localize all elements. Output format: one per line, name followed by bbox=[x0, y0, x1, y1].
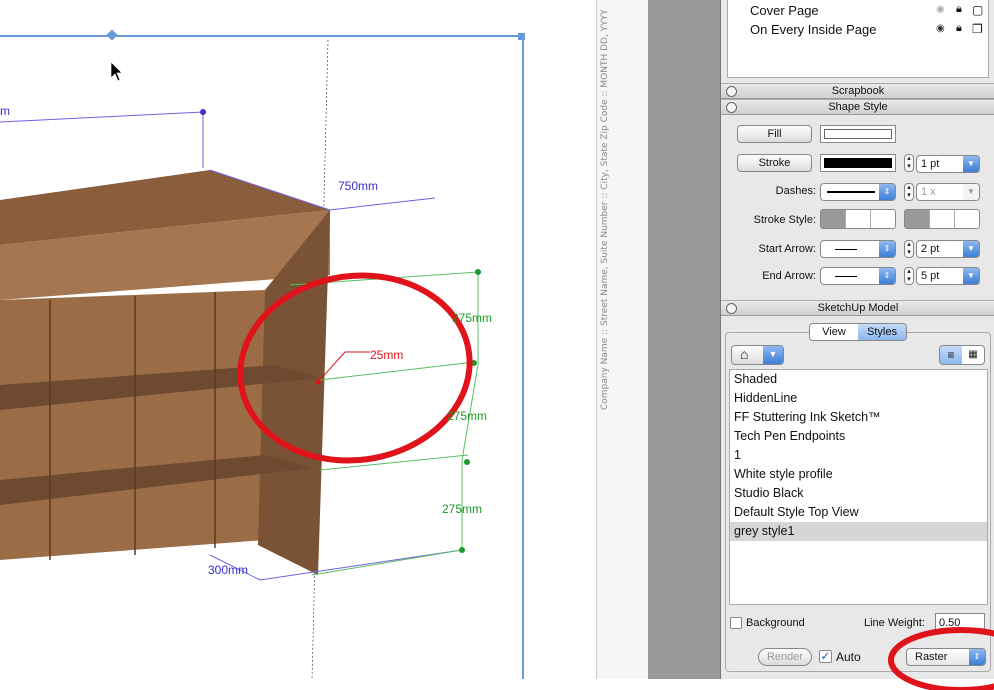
cap-style-group[interactable] bbox=[904, 209, 980, 229]
dim-thickness: 25mm bbox=[370, 348, 403, 362]
end-arrow-label: End Arrow: bbox=[762, 270, 816, 282]
style-list-item[interactable]: Studio Black bbox=[730, 484, 987, 503]
chevron-down-icon: ▼ bbox=[763, 346, 783, 364]
model-tabs: View Styles bbox=[809, 323, 907, 341]
styles-list[interactable]: Shaded HiddenLine FF Stuttering Ink Sketch… bbox=[729, 369, 988, 605]
dim-depth: 750mm bbox=[338, 179, 378, 193]
background-checkbox[interactable] bbox=[730, 617, 742, 629]
round-cap-icon[interactable] bbox=[929, 210, 954, 228]
corner-style-group[interactable] bbox=[820, 209, 896, 229]
page-icon[interactable]: ▢ bbox=[972, 3, 983, 17]
stroke-style-label: Stroke Style: bbox=[753, 214, 816, 226]
end-arrow-select[interactable]: ⇕ bbox=[820, 267, 896, 285]
stroke-width-stepper[interactable]: ▴ ▾ bbox=[904, 154, 914, 172]
fill-color-swatch[interactable] bbox=[820, 125, 896, 143]
start-arrow-select[interactable]: ⇕ bbox=[820, 240, 896, 258]
square-cap-icon[interactable] bbox=[954, 210, 979, 228]
dim-shelf-1: 275mm bbox=[452, 311, 492, 325]
lock-icon[interactable]: 🔒︎ bbox=[956, 3, 962, 16]
sketchup-viewport[interactable]: m 750mm 25mm 275mm 275mm 275mm 300mm bbox=[0, 0, 596, 690]
collapse-icon[interactable] bbox=[726, 303, 737, 314]
style-list-item[interactable]: White style profile bbox=[730, 465, 987, 484]
collapse-icon[interactable] bbox=[726, 86, 737, 97]
lock-icon[interactable]: 🔒︎ bbox=[956, 22, 962, 35]
auto-label: Auto bbox=[836, 650, 861, 664]
pasteboard bbox=[648, 0, 720, 679]
style-list-item[interactable]: Tech Pen Endpoints bbox=[730, 427, 987, 446]
sketchup-model-header[interactable]: SketchUp Model bbox=[721, 300, 994, 316]
layout-canvas[interactable]: m 750mm 25mm 275mm 275mm 275mm 300mm bbox=[0, 0, 596, 690]
selection-handle bbox=[518, 33, 525, 40]
end-arrow-stepper[interactable]: ▴ ▾ bbox=[904, 267, 914, 285]
background-label: Background bbox=[746, 617, 805, 629]
bevel-join-icon[interactable] bbox=[870, 210, 895, 228]
home-icon: ⌂ bbox=[740, 346, 749, 362]
miter-join-icon[interactable] bbox=[821, 210, 845, 228]
butt-cap-icon[interactable] bbox=[905, 210, 929, 228]
stepper-arrows-icon: ⇕ bbox=[879, 184, 895, 200]
style-list-item[interactable]: grey style1 bbox=[730, 522, 987, 541]
shelf-back bbox=[0, 290, 265, 560]
dim-shelf-2: 275mm bbox=[447, 409, 487, 423]
layer-cover-page[interactable]: Cover Page bbox=[750, 3, 819, 18]
auto-checkbox[interactable]: ✓ bbox=[819, 650, 832, 663]
layer-inside-page[interactable]: On Every Inside Page bbox=[750, 22, 876, 37]
render-button[interactable]: Render bbox=[758, 648, 812, 666]
scrapbook-header[interactable]: Scrapbook bbox=[721, 83, 994, 99]
stroke-button[interactable]: Stroke bbox=[737, 154, 812, 172]
tab-styles[interactable]: Styles bbox=[858, 324, 906, 340]
title-block-text: Company Name :: Street Name, Suite Numbe… bbox=[600, 9, 610, 410]
start-arrow-size-select[interactable]: 2 pt ▼ bbox=[916, 240, 980, 258]
grid-view-icon[interactable]: ▦ bbox=[962, 346, 984, 364]
round-join-icon[interactable] bbox=[845, 210, 870, 228]
list-view-icon[interactable]: ≡ bbox=[940, 346, 962, 364]
dim-shelf-3: 275mm bbox=[442, 502, 482, 516]
dash-scale-select[interactable]: 1 x ▼ bbox=[916, 183, 980, 201]
eye-icon[interactable]: ◉ bbox=[936, 4, 945, 15]
style-list-item[interactable]: HiddenLine bbox=[730, 389, 987, 408]
fill-button[interactable]: Fill bbox=[737, 125, 812, 143]
chevron-down-icon: ▼ bbox=[963, 156, 979, 172]
dashes-select[interactable]: ⇕ bbox=[820, 183, 896, 201]
end-arrow-size-select[interactable]: 5 pt ▼ bbox=[916, 267, 980, 285]
shape-style-header[interactable]: Shape Style bbox=[721, 99, 994, 115]
start-arrow-label: Start Arrow: bbox=[758, 243, 816, 255]
collapse-icon[interactable] bbox=[726, 102, 737, 113]
dashes-label: Dashes: bbox=[775, 185, 816, 197]
selection-handle bbox=[106, 29, 118, 41]
pages-icon[interactable]: ❐ bbox=[972, 22, 983, 36]
start-arrow-stepper[interactable]: ▴ ▾ bbox=[904, 240, 914, 258]
style-list-item[interactable]: FF Stuttering Ink Sketch™ bbox=[730, 408, 987, 427]
layers-list: Cover Page On Every Inside Page ◉ 🔒︎ ▢ ◉… bbox=[727, 0, 989, 78]
dim-width: 300mm bbox=[208, 563, 248, 577]
svg-text:m: m bbox=[0, 104, 10, 118]
style-list-item[interactable]: Default Style Top View bbox=[730, 503, 987, 522]
stroke-width-select[interactable]: 1 pt ▼ bbox=[916, 155, 980, 173]
tab-view[interactable]: View bbox=[810, 324, 858, 340]
inspector-panel: Cover Page On Every Inside Page ◉ 🔒︎ ▢ ◉… bbox=[720, 0, 994, 690]
stroke-color-swatch[interactable] bbox=[820, 154, 896, 172]
cursor-arrow-icon bbox=[110, 61, 123, 82]
style-list-item[interactable]: 1 bbox=[730, 446, 987, 465]
annotation-circle bbox=[888, 627, 994, 690]
style-list-item[interactable]: Shaded bbox=[730, 370, 987, 389]
dash-scale-stepper[interactable]: ▴ ▾ bbox=[904, 183, 914, 201]
style-collection-dropdown[interactable]: ⌂ ▼ bbox=[731, 345, 784, 365]
eye-icon[interactable]: ◉ bbox=[936, 23, 945, 34]
